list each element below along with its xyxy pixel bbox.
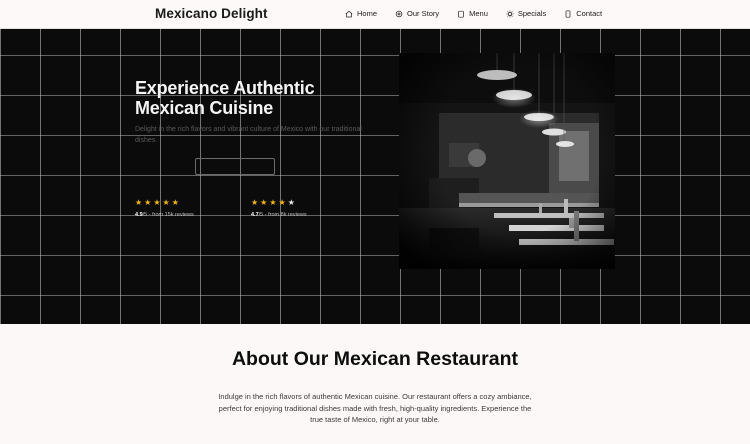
star-rating: ★ ★ ★ ★ ★ <box>251 199 307 207</box>
home-icon <box>345 10 353 17</box>
rating-suffix: /5 - from 8k reviews <box>258 212 307 218</box>
restaurant-interior-image <box>399 53 615 269</box>
nav-item-our-story[interactable]: Our Story <box>395 9 439 18</box>
rating-text: 4.9/5 - from 15k reviews <box>135 212 194 218</box>
star-icon: ★ <box>135 198 143 207</box>
hero-section: Experience Authentic Mexican Cuisine Del… <box>0 29 750 324</box>
nav-item-label: Home <box>357 9 378 18</box>
about-title: About Our Mexican Restaurant <box>231 348 519 370</box>
about-description: Indulge in the rich flavors of authentic… <box>218 392 532 424</box>
hero-primary-button[interactable] <box>135 158 190 175</box>
nav-item-contact[interactable]: Contact <box>564 9 602 18</box>
brand-logo[interactable]: Mexicano Delight <box>155 6 268 21</box>
nav-item-menu[interactable]: Menu <box>457 9 488 18</box>
rating-suffix: /5 - from 15k reviews <box>142 212 194 218</box>
star-icon: ★ <box>144 198 152 207</box>
hero-restaurant-photo <box>399 53 615 269</box>
rating-block: ★ ★ ★ ★ ★ 4.7/5 - from 8k reviews <box>251 199 307 219</box>
nav-item-label: Specials <box>517 9 547 18</box>
hero-subtitle: Delight in the rich flavors and vibrant … <box>135 126 362 144</box>
star-icon: ★ <box>162 198 170 207</box>
star-empty-icon: ★ <box>287 198 295 207</box>
rating-score: 4.7 <box>251 212 259 218</box>
star-rating: ★ ★ ★ ★ ★ <box>135 199 194 207</box>
sun-icon <box>506 9 514 18</box>
hero-secondary-button[interactable] <box>195 158 275 175</box>
star-icon: ★ <box>153 198 161 207</box>
star-icon: ★ <box>278 198 286 207</box>
star-icon: ★ <box>260 198 268 207</box>
nav-item-home[interactable]: Home <box>345 9 377 18</box>
sparkle-icon <box>395 10 403 17</box>
rating-block: ★ ★ ★ ★ ★ 4.9/5 - from 15k reviews <box>135 199 194 219</box>
nav-item-label: Menu <box>469 9 488 18</box>
star-icon: ★ <box>269 198 277 207</box>
rating-text: 4.7/5 - from 8k reviews <box>251 212 307 218</box>
nav-item-label: Contact <box>576 9 603 18</box>
rating-score: 4.9 <box>135 212 143 218</box>
nav-item-label: Our Story <box>407 9 440 18</box>
hero-title: Experience Authentic Mexican Cuisine <box>135 78 315 118</box>
clipboard-icon <box>458 10 464 18</box>
main-nav: Home Our Story Menu Specials Contact <box>345 9 620 18</box>
nav-item-specials[interactable]: Specials <box>506 9 546 18</box>
phone-icon <box>565 9 571 18</box>
hero-grid-background <box>0 29 750 324</box>
star-icon: ★ <box>171 198 179 207</box>
site-header: Mexicano Delight Home Our Story Menu Spe… <box>0 0 750 29</box>
star-icon: ★ <box>251 198 259 207</box>
